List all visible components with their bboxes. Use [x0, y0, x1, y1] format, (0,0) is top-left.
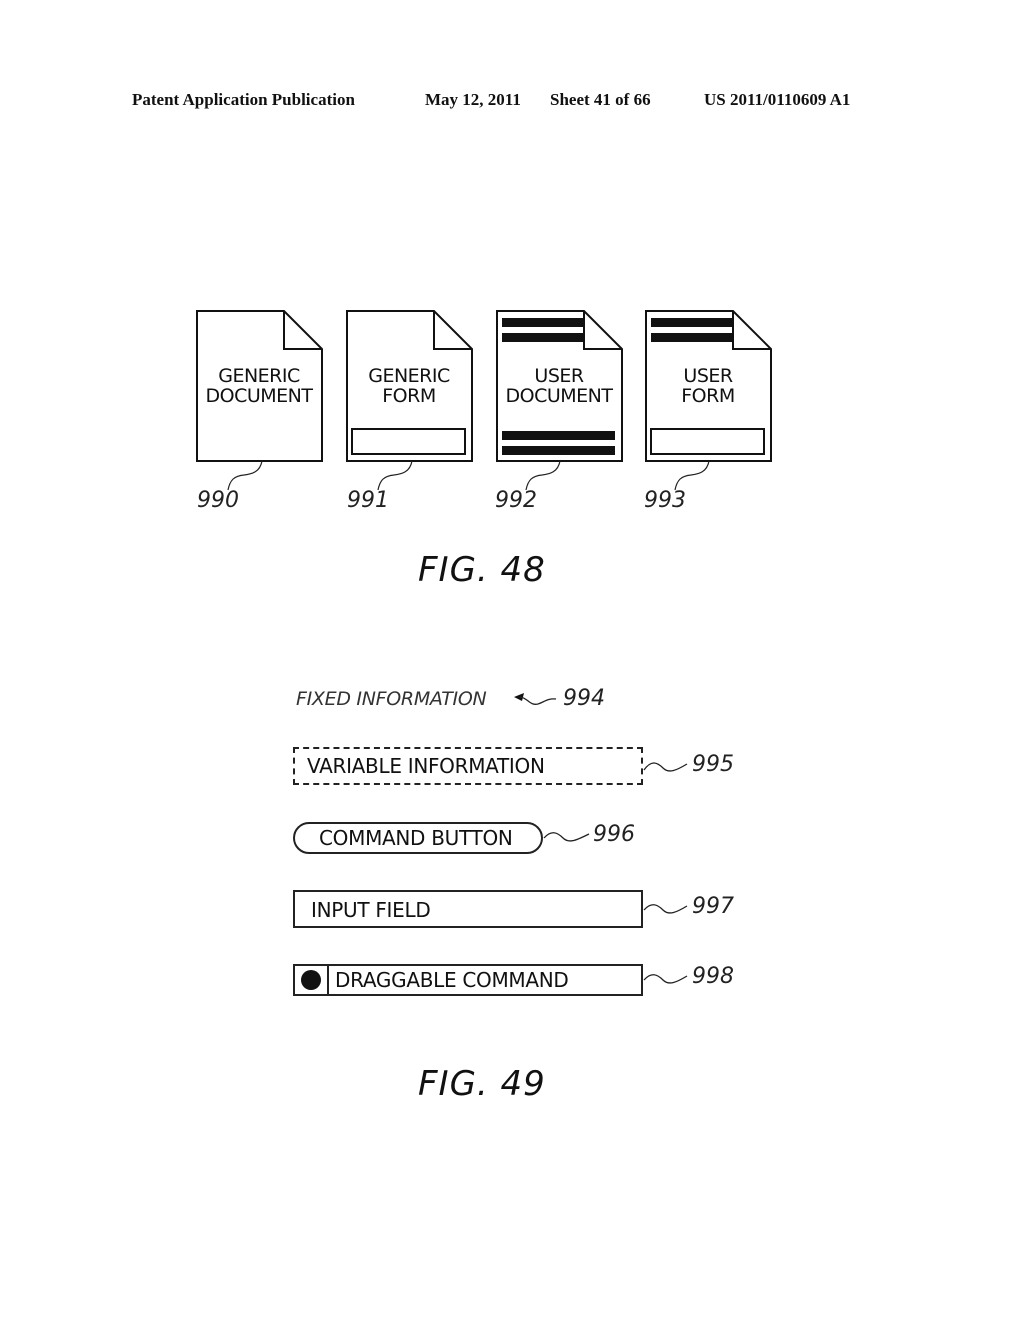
- leader-line-996: [543, 832, 590, 842]
- leader-line-997: [643, 904, 688, 914]
- sheet-number: Sheet 41 of 66: [550, 90, 651, 109]
- command-button[interactable]: COMMAND BUTTON: [293, 822, 543, 854]
- reference-numeral: 992: [495, 488, 537, 513]
- reference-numeral: 995: [692, 752, 734, 777]
- variable-information-box: VARIABLE INFORMATION: [293, 747, 643, 785]
- patent-number: US 2011/0110609 A1: [704, 90, 851, 109]
- publication-label: Patent Application Publication: [132, 90, 355, 109]
- command-button-label: COMMAND BUTTON: [319, 826, 513, 850]
- input-field[interactable]: INPUT FIELD: [293, 890, 643, 928]
- reference-numeral: 994: [563, 686, 605, 711]
- generic-form-icon: GENERIC FORM: [346, 310, 473, 462]
- doc-label: GENERIC FORM: [368, 365, 450, 407]
- figure-caption: FIG. 48: [418, 550, 546, 590]
- generic-document-icon: GENERIC DOCUMENT: [196, 310, 323, 462]
- doc-label: GENERIC DOCUMENT: [205, 365, 313, 407]
- user-form-icon: USER FORM: [645, 310, 772, 462]
- figure-caption: FIG. 49: [418, 1064, 546, 1104]
- leader-line-995: [643, 762, 688, 772]
- publication-date: May 12, 2011: [425, 90, 521, 109]
- fixed-information-label: FIXED INFORMATION: [296, 688, 487, 710]
- reference-numeral: 993: [644, 488, 686, 513]
- drag-handle[interactable]: [295, 966, 329, 994]
- reference-numeral: 996: [593, 822, 635, 847]
- draggable-command-label: DRAGGABLE COMMAND: [335, 968, 569, 992]
- doc-label: USER FORM: [681, 365, 735, 407]
- reference-numeral: 998: [692, 964, 734, 989]
- user-document-icon: USER DOCUMENT: [496, 310, 623, 462]
- variable-information-label: VARIABLE INFORMATION: [307, 754, 545, 778]
- input-field-label: INPUT FIELD: [311, 898, 431, 922]
- leader-line-998: [643, 974, 688, 984]
- reference-numeral: 990: [197, 488, 239, 513]
- arrow-leader-icon: [514, 693, 557, 705]
- draggable-command[interactable]: DRAGGABLE COMMAND: [293, 964, 643, 996]
- reference-numeral: 997: [692, 894, 734, 919]
- doc-label: USER DOCUMENT: [505, 365, 613, 407]
- reference-numeral: 991: [347, 488, 389, 513]
- drag-dot-icon: [301, 970, 321, 990]
